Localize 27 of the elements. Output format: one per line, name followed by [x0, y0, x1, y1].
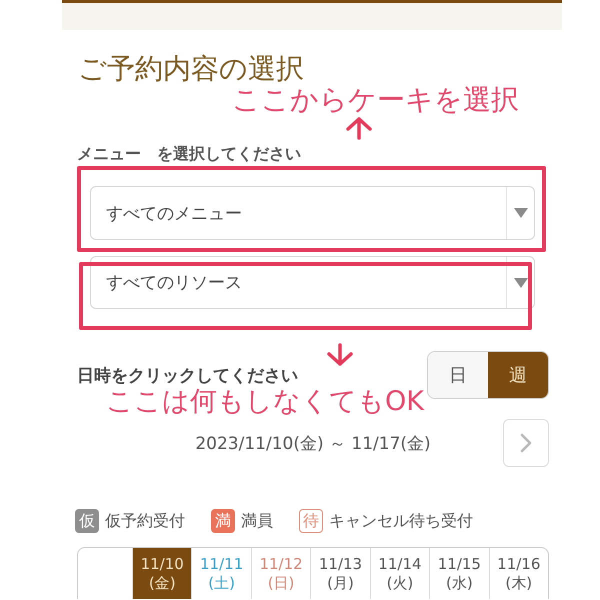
status-badge: 仮 [75, 509, 99, 533]
caret-icon [514, 278, 528, 288]
day-header[interactable]: 11/14 (火) [370, 548, 430, 599]
page-title: ご予約内容の選択 [78, 52, 304, 86]
up-arrow [345, 116, 373, 140]
day-header[interactable]: 11/15 (水) [429, 548, 489, 599]
legend-label: 満員 [241, 510, 273, 532]
chevron-right-icon [520, 433, 532, 453]
next-week-button[interactable] [503, 419, 549, 467]
dropdown-select[interactable]: すべてのメニュー [90, 186, 535, 240]
view-tab[interactable]: 日 [428, 352, 488, 398]
down-arrow [326, 343, 354, 367]
menu-label: メニュー を選択してください [77, 144, 301, 164]
status-badge: 待 [299, 509, 323, 533]
legend-label: キャンセル待ち受付 [329, 510, 473, 532]
annotation-note: ここは何もしなくてもOK [106, 388, 424, 415]
date-label: 日時をクリックしてください [77, 364, 298, 386]
day-header[interactable]: 11/16 (木) [488, 548, 548, 599]
annotation-note: ここからケーキを選択 [232, 86, 519, 114]
dropdown-select[interactable]: すべてのリソース [90, 256, 535, 309]
legend-label: 仮予約受付 [105, 510, 185, 532]
day-header[interactable]: 11/13 (月) [310, 548, 370, 599]
caret-icon [514, 208, 528, 218]
day-header[interactable]: 11/10 (金) [132, 548, 192, 599]
status-badge: 満 [211, 509, 235, 533]
view-tab[interactable]: 週 [488, 352, 548, 398]
date-range: 2023/11/10(金) ～ 11/17(金) [195, 432, 431, 454]
